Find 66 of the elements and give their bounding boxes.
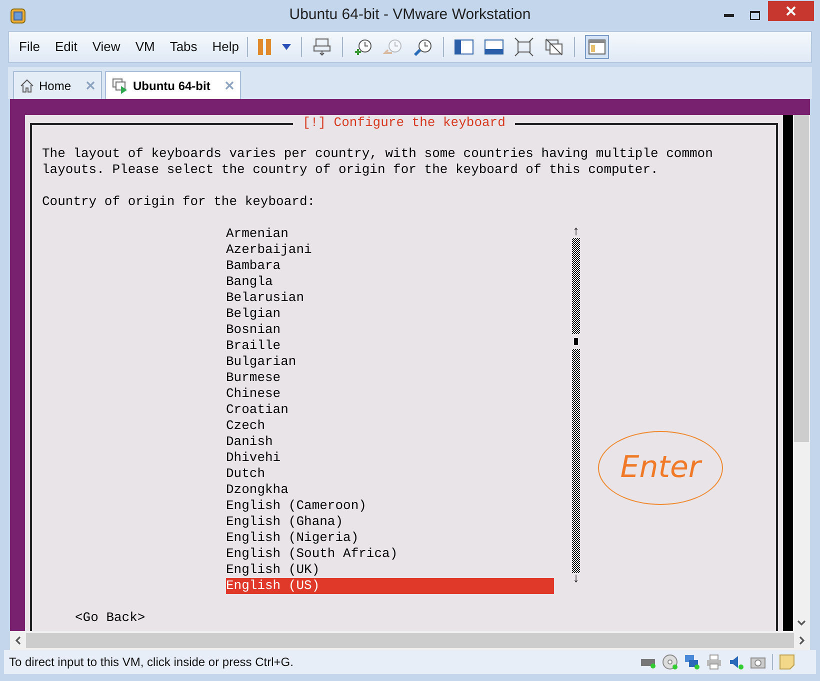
home-icon xyxy=(20,78,34,92)
printer-icon[interactable] xyxy=(706,654,722,670)
country-option[interactable]: English (South Africa) xyxy=(226,546,554,562)
country-option[interactable]: Chinese xyxy=(226,386,554,402)
country-option[interactable]: English (Ghana) xyxy=(226,514,554,530)
menu-item[interactable]: File xyxy=(19,37,40,57)
country-option[interactable]: Burmese xyxy=(226,370,554,386)
vm-icon xyxy=(112,78,128,94)
menu-item[interactable]: Edit xyxy=(54,37,78,57)
tab[interactable]: Ubuntu 64-bit xyxy=(105,71,242,99)
sidebar-icon[interactable] xyxy=(454,37,474,57)
scrollbar-thumb[interactable] xyxy=(794,115,809,442)
country-option[interactable]: Bulgarian xyxy=(226,354,554,370)
scroll-up-arrow[interactable]: ↑ xyxy=(572,226,580,238)
network-icon[interactable] xyxy=(684,654,700,670)
country-option[interactable]: English (Nigeria) xyxy=(226,530,554,546)
scroll-right-icon[interactable] xyxy=(799,636,805,645)
country-option[interactable]: Belarusian xyxy=(226,290,554,306)
maximize-icon xyxy=(750,11,760,20)
scroll-down-icon[interactable] xyxy=(797,620,806,626)
country-option[interactable]: Braille xyxy=(226,338,554,354)
country-option[interactable]: Bambara xyxy=(226,258,554,274)
scrollbar-thumb[interactable] xyxy=(26,633,794,648)
app-icon xyxy=(10,8,26,24)
enter-annotation: Enter xyxy=(598,431,723,505)
caret-icon[interactable] xyxy=(282,44,292,50)
dialog-description: The layout of keyboards varies per country, with some countries having multiple common layouts. Please select the country of origin for the keyboard of this computer. xyxy=(42,146,714,178)
camera-icon[interactable] xyxy=(750,655,766,669)
go-back-button[interactable]: <Go Back> xyxy=(75,610,146,626)
window-title: Ubuntu 64-bit - VMware Workstation xyxy=(289,5,531,26)
bottom-panel-icon[interactable] xyxy=(484,37,504,57)
close-icon xyxy=(786,6,796,16)
country-option[interactable]: Dzongkha xyxy=(226,482,554,498)
tab[interactable]: Home xyxy=(13,71,102,99)
status-text: To direct input to this VM, click inside or press Ctrl+G. xyxy=(9,654,294,671)
cd-icon[interactable] xyxy=(662,654,678,670)
menu-item[interactable]: Help xyxy=(212,37,240,57)
scroll-left-icon[interactable] xyxy=(15,636,21,645)
menu-item[interactable]: Tabs xyxy=(170,37,198,57)
country-option[interactable]: Czech xyxy=(226,418,554,434)
minimize-icon xyxy=(724,14,734,17)
list-scrollbar[interactable] xyxy=(572,238,580,573)
console-view-button[interactable] xyxy=(585,35,610,59)
country-option[interactable]: Croatian xyxy=(226,402,554,418)
menu-item[interactable]: View xyxy=(92,37,120,57)
country-option[interactable]: English (US) xyxy=(226,578,554,594)
fullscreen-icon[interactable] xyxy=(514,37,534,57)
window-icon xyxy=(588,39,606,55)
close-tab-icon[interactable] xyxy=(225,81,234,90)
country-option[interactable]: Dhivehi xyxy=(226,450,554,466)
country-option[interactable]: English (Cameroon) xyxy=(226,498,554,514)
dialog-prompt: Country of origin for the keyboard: xyxy=(42,194,316,210)
country-option[interactable]: Dutch xyxy=(226,466,554,482)
menu-item[interactable]: VM xyxy=(135,37,155,57)
scroll-down-arrow[interactable]: ↓ xyxy=(572,573,580,585)
country-option[interactable]: Belgian xyxy=(226,306,554,322)
country-option[interactable]: Bangla xyxy=(226,274,554,290)
close-button[interactable] xyxy=(768,0,814,20)
clock-plus-icon[interactable] xyxy=(353,37,374,57)
country-option[interactable]: Armenian xyxy=(226,226,554,242)
country-option[interactable]: Danish xyxy=(226,434,554,450)
country-option[interactable]: Bosnian xyxy=(226,322,554,338)
country-option[interactable]: Azerbaijani xyxy=(226,242,554,258)
dialog-title: [!] Configure the keyboard xyxy=(292,115,516,131)
speaker-icon[interactable] xyxy=(728,654,744,670)
country-option[interactable]: English (UK) xyxy=(226,562,554,578)
